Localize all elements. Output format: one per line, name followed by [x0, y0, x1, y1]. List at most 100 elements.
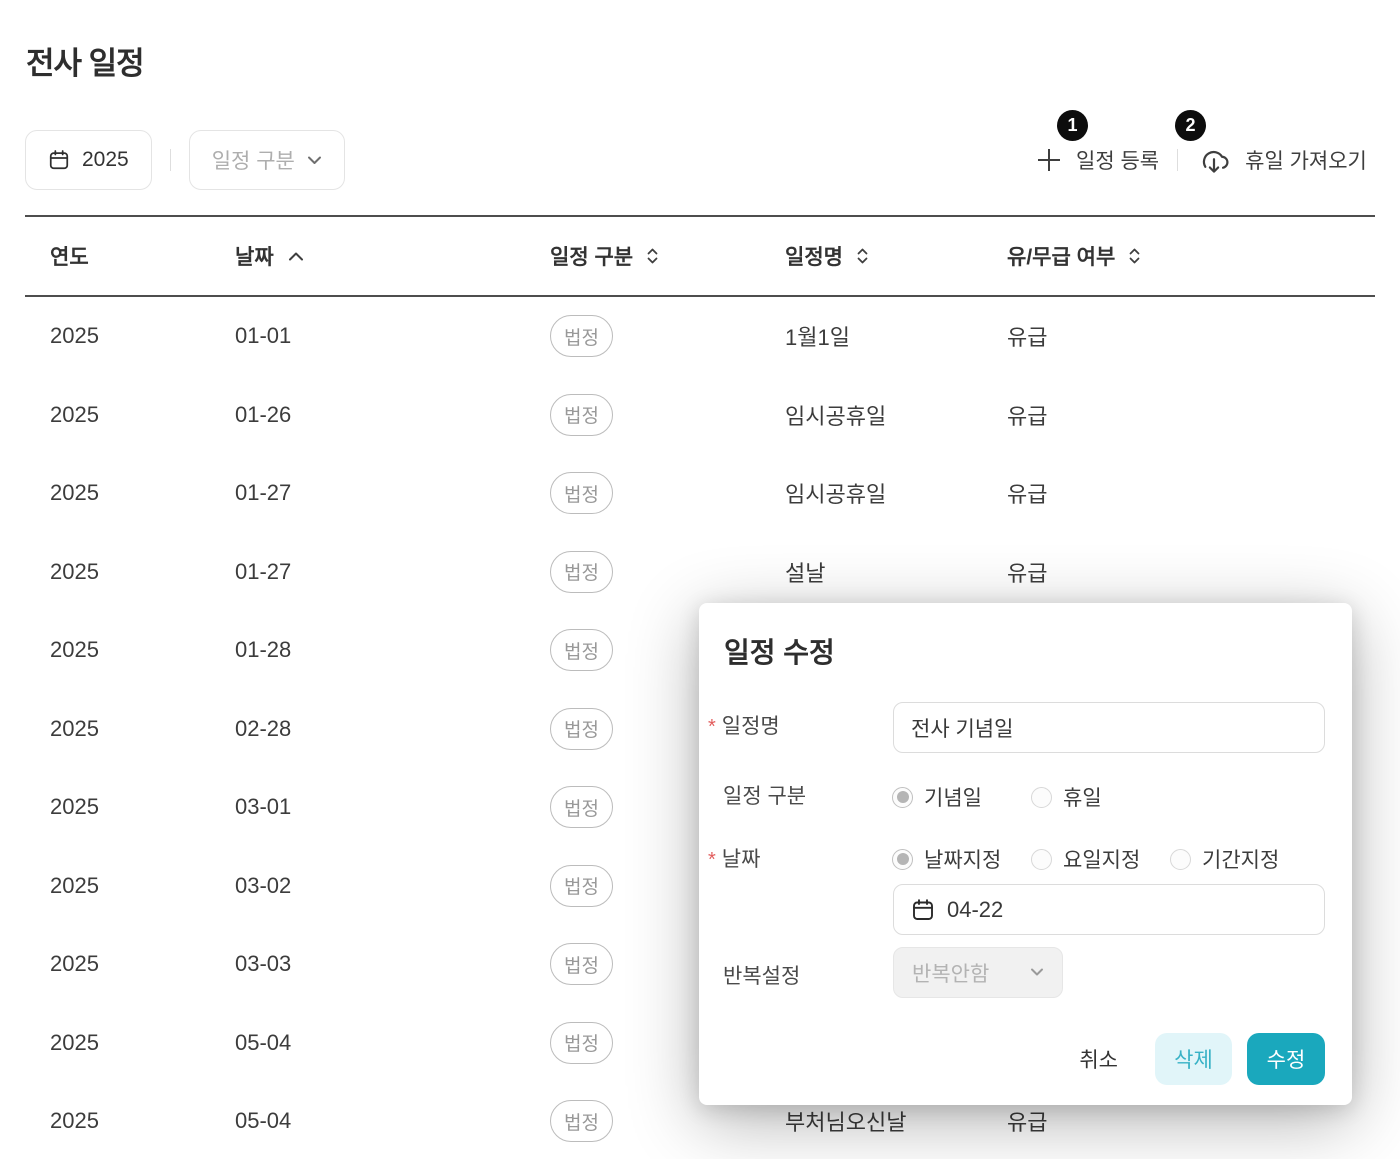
- cell-year: 2025: [50, 1030, 235, 1056]
- category-badge: 법정: [550, 472, 613, 514]
- plus-icon: [1035, 146, 1063, 174]
- radio-anniversary[interactable]: 기념일: [892, 782, 1031, 812]
- category-badge: 법정: [550, 786, 613, 828]
- cell-date: 01-27: [235, 480, 550, 506]
- radio-icon[interactable]: [1031, 787, 1052, 808]
- category-badge: 법정: [550, 315, 613, 357]
- cell-paid: 유급: [1007, 1105, 1375, 1137]
- year-filter-value: 2025: [82, 148, 129, 172]
- sort-both-icon: [857, 248, 868, 264]
- calendar-icon: [48, 149, 70, 171]
- cell-year: 2025: [50, 559, 235, 585]
- year-filter-button[interactable]: 2025: [25, 130, 152, 190]
- sort-both-icon: [1129, 248, 1140, 264]
- chevron-down-icon: [307, 156, 322, 165]
- radio-icon[interactable]: [1170, 849, 1191, 870]
- page-title: 전사 일정: [26, 38, 144, 83]
- category-filter-dropdown[interactable]: 일정 구분: [189, 130, 345, 190]
- filter-toolbar: 2025 일정 구분: [25, 130, 345, 190]
- cell-paid: 유급: [1007, 556, 1375, 588]
- repeat-setting-select[interactable]: 반복안함: [893, 947, 1063, 998]
- radio-holiday[interactable]: 휴일: [1031, 782, 1102, 812]
- schedule-name-input[interactable]: [893, 702, 1325, 753]
- callout-step-1-badge: 1: [1057, 110, 1088, 141]
- import-holidays-label: 휴일 가져오기: [1245, 145, 1367, 175]
- submit-edit-button[interactable]: 수정: [1247, 1033, 1325, 1085]
- cell-category: 법정: [550, 1100, 785, 1142]
- cell-name: 1월1일: [785, 320, 1007, 352]
- cell-year: 2025: [50, 716, 235, 742]
- sort-asc-icon: [288, 252, 304, 261]
- cell-paid: 유급: [1007, 320, 1375, 352]
- repeat-setting-label: 반복설정: [723, 960, 800, 990]
- cell-year: 2025: [50, 1108, 235, 1134]
- cell-date: 02-28: [235, 716, 550, 742]
- actions-divider: [1177, 149, 1178, 171]
- table-row[interactable]: 2025 01-01 법정 1월1일 유급: [25, 297, 1375, 376]
- category-badge: 법정: [550, 708, 613, 750]
- schedule-category-label: 일정 구분: [723, 780, 806, 810]
- radio-icon[interactable]: [892, 787, 913, 808]
- cloud-download-icon: [1196, 145, 1232, 176]
- category-badge: 법정: [550, 1100, 613, 1142]
- cell-paid: 유급: [1007, 399, 1375, 431]
- cell-date: 03-02: [235, 873, 550, 899]
- schedule-category-radio-group: 기념일 휴일: [892, 782, 1102, 812]
- cell-year: 2025: [50, 873, 235, 899]
- cell-year: 2025: [50, 637, 235, 663]
- category-badge: 법정: [550, 1022, 613, 1064]
- cell-date: 03-01: [235, 794, 550, 820]
- cell-paid: 유급: [1007, 477, 1375, 509]
- modal-title: 일정 수정: [724, 631, 835, 671]
- category-badge: 법정: [550, 865, 613, 907]
- cancel-button[interactable]: 취소: [1063, 1033, 1134, 1085]
- radio-icon[interactable]: [892, 849, 913, 870]
- cell-date: 01-27: [235, 559, 550, 585]
- cell-name: 임시공휴일: [785, 399, 1007, 431]
- cell-date: 03-03: [235, 951, 550, 977]
- cell-category: 법정: [550, 472, 785, 514]
- column-header-date[interactable]: 날짜: [235, 241, 550, 271]
- chevron-down-icon: [1030, 968, 1044, 977]
- cell-year: 2025: [50, 951, 235, 977]
- cell-date: 05-04: [235, 1030, 550, 1056]
- cell-date: 05-04: [235, 1108, 550, 1134]
- category-badge: 법정: [550, 943, 613, 985]
- radio-date-specific[interactable]: 날짜지정: [892, 844, 1031, 874]
- cell-date: 01-01: [235, 323, 550, 349]
- schedule-name-label: 일정명: [708, 710, 780, 740]
- import-holidays-button[interactable]: 휴일 가져오기: [1196, 145, 1367, 176]
- cell-name: 설날: [785, 556, 1007, 588]
- cell-year: 2025: [50, 402, 235, 428]
- toolbar-divider: [170, 149, 171, 171]
- table-row[interactable]: 2025 01-27 법정 임시공휴일 유급: [25, 454, 1375, 533]
- register-schedule-label: 일정 등록: [1076, 145, 1159, 175]
- cell-year: 2025: [50, 480, 235, 506]
- radio-period-specific[interactable]: 기간지정: [1170, 844, 1279, 874]
- table-actions: 일정 등록 휴일 가져오기: [1035, 132, 1367, 188]
- date-picker-input[interactable]: 04-22: [893, 884, 1325, 935]
- category-badge: 법정: [550, 394, 613, 436]
- delete-button[interactable]: 삭제: [1155, 1033, 1232, 1085]
- table-header-row: 연도 날짜 일정 구분 일정명: [25, 215, 1375, 297]
- calendar-icon: [911, 898, 935, 922]
- radio-weekday-specific[interactable]: 요일지정: [1031, 844, 1170, 874]
- cell-date: 01-28: [235, 637, 550, 663]
- edit-schedule-modal: 일정 수정 일정명 일정 구분 기념일 휴일 날짜 날짜지정 요일지정: [699, 603, 1352, 1105]
- table-row[interactable]: 2025 01-27 법정 설날 유급: [25, 533, 1375, 612]
- column-header-category[interactable]: 일정 구분: [550, 241, 785, 271]
- column-header-paid[interactable]: 유/무급 여부: [1007, 241, 1375, 271]
- cell-year: 2025: [50, 323, 235, 349]
- category-badge: 법정: [550, 629, 613, 671]
- date-label: 날짜: [708, 843, 760, 873]
- register-schedule-button[interactable]: 일정 등록: [1035, 145, 1159, 175]
- cell-category: 법정: [550, 315, 785, 357]
- cell-date: 01-26: [235, 402, 550, 428]
- table-row[interactable]: 2025 01-26 법정 임시공휴일 유급: [25, 376, 1375, 455]
- column-header-name[interactable]: 일정명: [785, 241, 1007, 271]
- cell-category: 법정: [550, 551, 785, 593]
- cell-category: 법정: [550, 394, 785, 436]
- sort-both-icon: [647, 248, 658, 264]
- repeat-setting-value: 반복안함: [912, 958, 989, 988]
- radio-icon[interactable]: [1031, 849, 1052, 870]
